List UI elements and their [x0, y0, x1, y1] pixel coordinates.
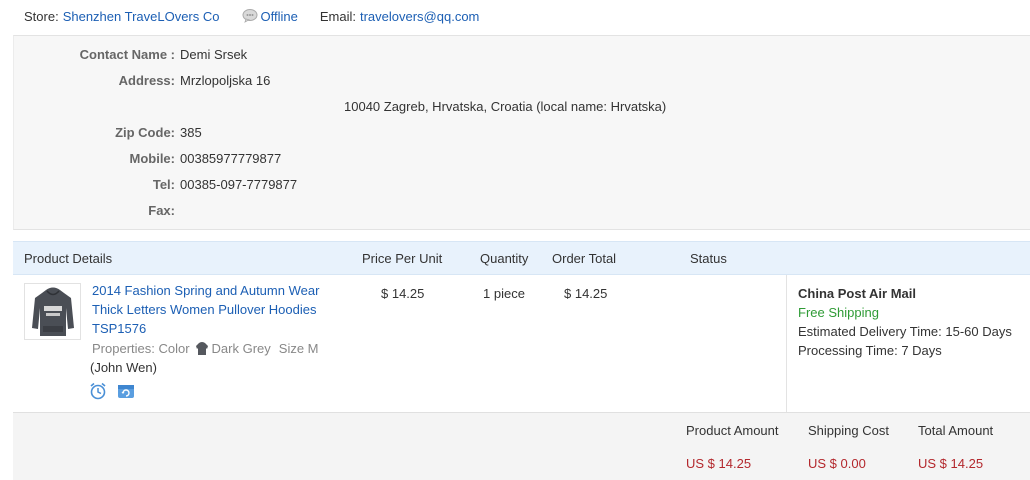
properties-label: Properties: Color — [92, 340, 190, 356]
size-value: Size M — [278, 340, 319, 356]
address-row: Address: Mrzlopoljska 16 — [14, 71, 271, 89]
product-title-link[interactable]: 2014 Fashion Spring and Autumn Wear Thic… — [92, 281, 342, 338]
email-label: Email: — [319, 8, 356, 24]
zip-row: Zip Code: 385 — [14, 123, 202, 141]
order-total-value: $ 14.25 — [564, 285, 608, 301]
product-properties: Properties: Color Dark Grey Size M — [92, 339, 319, 357]
processing-time-value: 7 Days — [901, 342, 942, 358]
contact-name-label: Contact Name : — [79, 46, 175, 62]
shipping-cost-value: US $ 0.00 — [808, 455, 866, 471]
offline-status-link[interactable]: Offline — [261, 9, 298, 24]
tel-value: 00385-097-7779877 — [180, 176, 298, 192]
store-label: Store: — [24, 8, 59, 24]
row-actions — [89, 382, 135, 400]
processing-time-label: Processing Time: — [798, 342, 898, 358]
product-amount-value: US $ 14.25 — [686, 455, 752, 471]
zip-value: 385 — [180, 124, 202, 140]
offline-status-icon — [242, 9, 258, 23]
email-link[interactable]: travelovers@qq.com — [360, 9, 479, 24]
table-row: 2014 Fashion Spring and Autumn Wear Thic… — [13, 275, 1030, 412]
product-amount-label: Product Amount — [686, 422, 779, 438]
product-table-header: Product Details Price Per Unit Quantity … — [13, 241, 1030, 275]
alarm-clock-icon[interactable] — [89, 382, 107, 400]
total-amount-label: Total Amount — [918, 422, 994, 438]
order-totals: Product Amount Shipping Cost Total Amoun… — [13, 412, 1030, 480]
shipping-cost-label: Shipping Cost — [808, 422, 889, 438]
refresh-icon[interactable] — [117, 382, 135, 400]
delivery-time: Estimated Delivery Time: 15-60 Days — [798, 322, 1012, 340]
delivery-time-value: 15-60 Days — [945, 323, 1012, 339]
address-line1: Mrzlopoljska 16 — [180, 72, 271, 88]
mobile-label: Mobile: — [129, 150, 176, 166]
delivery-time-label: Estimated Delivery Time: — [798, 323, 942, 339]
quantity-value: 1 piece — [483, 285, 525, 301]
shipping-info: China Post Air Mail Free Shipping Estima… — [786, 275, 1030, 412]
mobile-row: Mobile: 00385977779877 — [14, 149, 282, 167]
tel-row: Tel: 00385-097-7779877 — [14, 175, 297, 193]
mobile-value: 00385977779877 — [180, 150, 282, 166]
zip-label: Zip Code: — [115, 124, 175, 140]
store-name-link[interactable]: Shenzhen TraveLOvers Co — [63, 9, 220, 24]
fax-label: Fax: — [148, 202, 175, 218]
store-status[interactable]: Offline — [242, 9, 298, 24]
buyer-name: (John Wen) — [90, 359, 157, 375]
contact-name-row: Contact Name : Demi Srsek — [14, 45, 248, 63]
header-order-total: Order Total — [552, 250, 617, 266]
shipping-method: China Post Air Mail — [798, 285, 916, 301]
header-status: Status — [690, 250, 727, 266]
shipping-address-panel: Contact Name : Demi Srsek Address: Mrzlo… — [13, 35, 1030, 230]
contact-name-value: Demi Srsek — [180, 46, 248, 62]
header-product-details: Product Details — [24, 250, 113, 266]
color-value: Dark Grey — [211, 340, 271, 356]
tel-label: Tel: — [152, 176, 175, 192]
header-quantity: Quantity — [480, 250, 529, 266]
hoodie-thumbnail[interactable] — [24, 283, 81, 340]
color-swatch-icon — [195, 341, 208, 355]
free-shipping-label: Free Shipping — [798, 304, 879, 320]
fax-row: Fax: — [14, 201, 180, 219]
price-per-unit-value: $ 14.25 — [381, 285, 425, 301]
total-amount-value: US $ 14.25 — [918, 455, 984, 471]
processing-time: Processing Time: 7 Days — [798, 341, 942, 359]
address-line2: 10040 Zagreb, Hrvatska, Croatia (local n… — [344, 98, 667, 114]
address-label: Address: — [118, 72, 175, 88]
store-info-bar: Store: Shenzhen TraveLOvers Co Offline E… — [24, 7, 479, 25]
header-price-per-unit: Price Per Unit — [362, 250, 443, 266]
